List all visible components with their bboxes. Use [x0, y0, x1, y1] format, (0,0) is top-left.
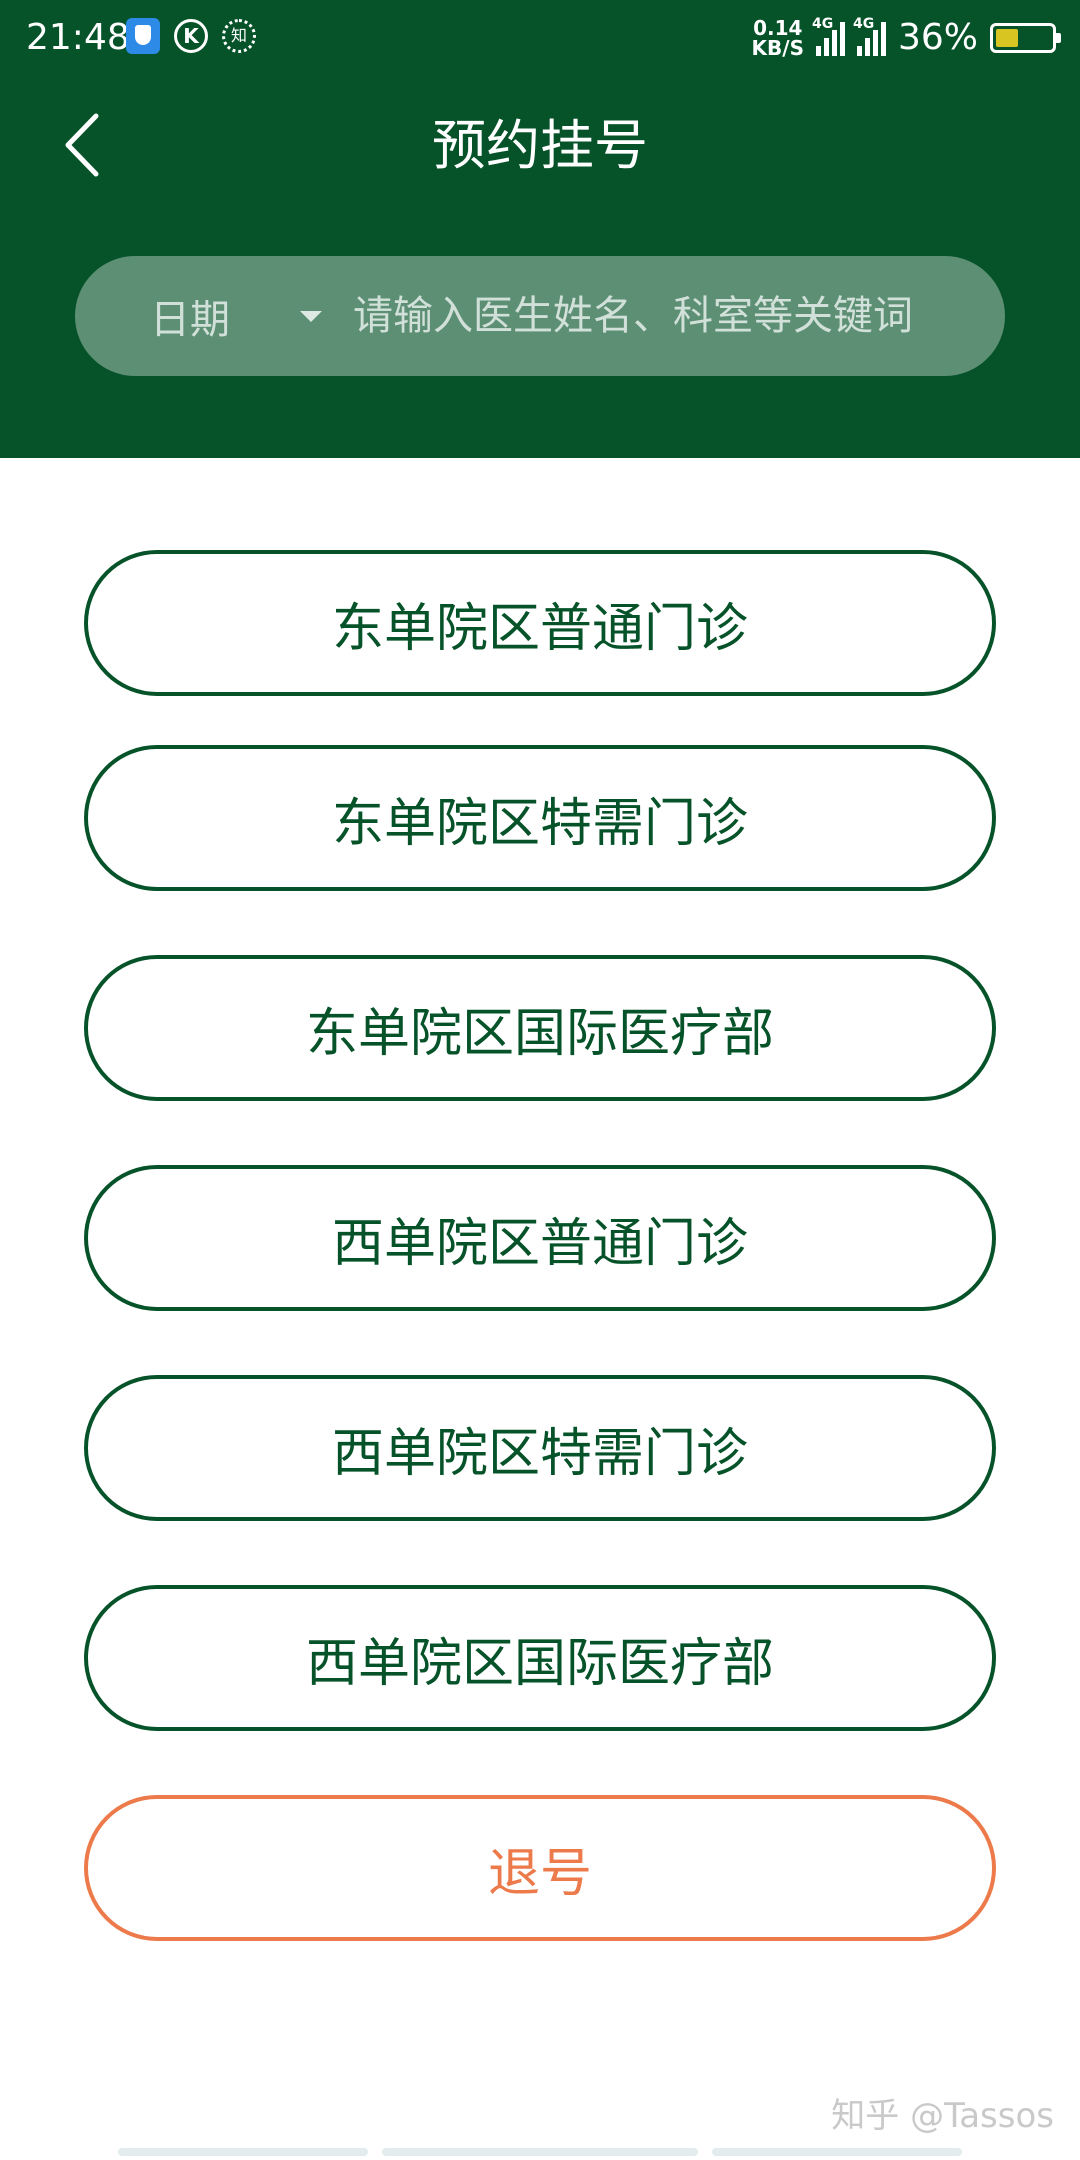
header: 21:48 K 知 0.14 KB/S 4G 4G 36% 预约挂号 日期 请输… — [0, 0, 1080, 458]
search-input[interactable] — [335, 256, 1005, 376]
status-bar: 21:48 K 知 0.14 KB/S 4G 4G 36% — [0, 0, 1080, 76]
k-icon: K — [174, 19, 208, 53]
signal-label: 4G — [852, 16, 875, 32]
watermark: 知乎 @Tassos — [831, 2096, 1054, 2136]
bottom-divider — [118, 2148, 368, 2156]
option-dongdan-general[interactable]: 东单院区普通门诊 — [84, 550, 996, 696]
status-right: 0.14 KB/S 4G 4G 36% — [752, 16, 1061, 60]
bottom-divider — [382, 2148, 698, 2156]
signal-label: 4G — [811, 16, 834, 32]
option-dongdan-special[interactable]: 东单院区特需门诊 — [84, 745, 996, 891]
page-title: 预约挂号 — [432, 114, 648, 177]
date-select-label: 日期 — [150, 297, 230, 343]
signal-icon: 4G — [812, 16, 845, 56]
status-time: 21:48 — [26, 17, 130, 58]
network-speed: 0.14 KB/S — [752, 18, 804, 58]
option-xidan-special[interactable]: 西单院区特需门诊 — [84, 1375, 996, 1521]
zhihu-icon: 知 — [222, 19, 256, 53]
network-speed-unit: KB/S — [751, 36, 804, 60]
network-speed-value: 0.14 — [753, 16, 803, 40]
shield-icon — [126, 18, 160, 54]
bottom-divider — [712, 2148, 962, 2156]
search-bar: 日期 — [75, 256, 1005, 376]
cancel-appointment-button[interactable]: 退号 — [84, 1795, 996, 1941]
signal-icon: 4G — [853, 16, 886, 56]
battery-icon — [990, 23, 1061, 53]
option-xidan-general[interactable]: 西单院区普通门诊 — [84, 1165, 996, 1311]
option-dongdan-international[interactable]: 东单院区国际医疗部 — [84, 955, 996, 1101]
option-xidan-international[interactable]: 西单院区国际医疗部 — [84, 1585, 996, 1731]
date-select[interactable]: 日期 — [75, 256, 335, 376]
caret-down-icon — [300, 310, 322, 322]
battery-percent: 36% — [897, 17, 978, 58]
notification-icons: K 知 — [126, 18, 256, 54]
